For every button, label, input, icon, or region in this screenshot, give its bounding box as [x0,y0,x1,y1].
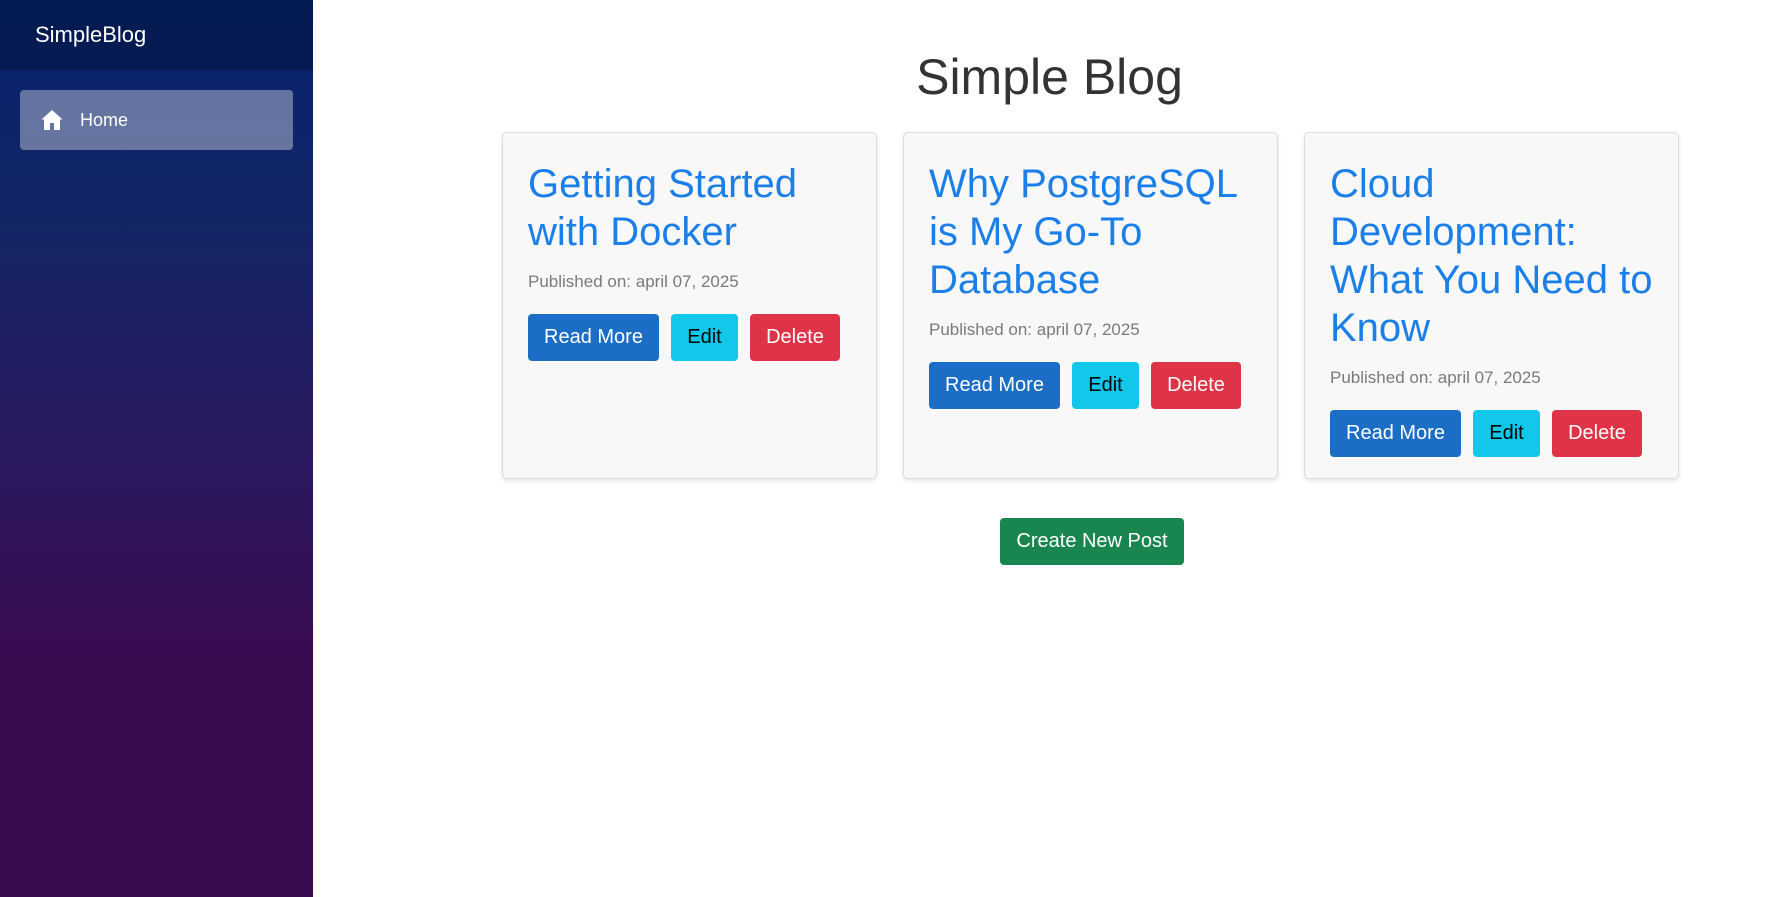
post-actions: Read More Edit Delete [929,362,1252,409]
sidebar-header: SimpleBlog [0,0,313,70]
post-date: Published on: april 07, 2025 [528,272,739,291]
post-card: Getting Started with Docker Published on… [502,132,877,479]
post-title-link[interactable]: Why PostgreSQL is My Go-To Database [929,160,1252,304]
post-actions: Read More Edit Delete [1330,410,1653,457]
delete-button[interactable]: Delete [1552,410,1642,457]
post-card: Why PostgreSQL is My Go-To Database Publ… [903,132,1278,479]
post-card: Cloud Development: What You Need to Know… [1304,132,1679,479]
home-icon [40,108,64,132]
create-post-button[interactable]: Create New Post [1000,518,1184,565]
sidebar-item-home[interactable]: Home [20,90,293,150]
sidebar-nav: Home [0,70,313,170]
post-title-link[interactable]: Getting Started with Docker [528,160,851,256]
edit-button[interactable]: Edit [1473,410,1540,457]
post-title-link[interactable]: Cloud Development: What You Need to Know [1330,160,1653,352]
post-date: Published on: april 07, 2025 [1330,368,1541,387]
post-actions: Read More Edit Delete [528,314,851,361]
delete-button[interactable]: Delete [750,314,840,361]
main-content: Simple Blog Getting Started with Docker … [313,0,1786,897]
app: SimpleBlog Home Simple Blog Getting Star… [0,0,1786,897]
read-more-button[interactable]: Read More [929,362,1060,409]
delete-button[interactable]: Delete [1151,362,1241,409]
sidebar-item-label: Home [80,109,129,130]
sidebar: SimpleBlog Home [0,0,313,897]
edit-button[interactable]: Edit [1072,362,1139,409]
edit-button[interactable]: Edit [671,314,738,361]
post-list: Getting Started with Docker Published on… [502,132,1679,479]
read-more-button[interactable]: Read More [1330,410,1461,457]
page-title: Simple Blog [916,49,1183,105]
read-more-button[interactable]: Read More [528,314,659,361]
post-date: Published on: april 07, 2025 [929,320,1140,339]
brand-name[interactable]: SimpleBlog [35,22,146,48]
